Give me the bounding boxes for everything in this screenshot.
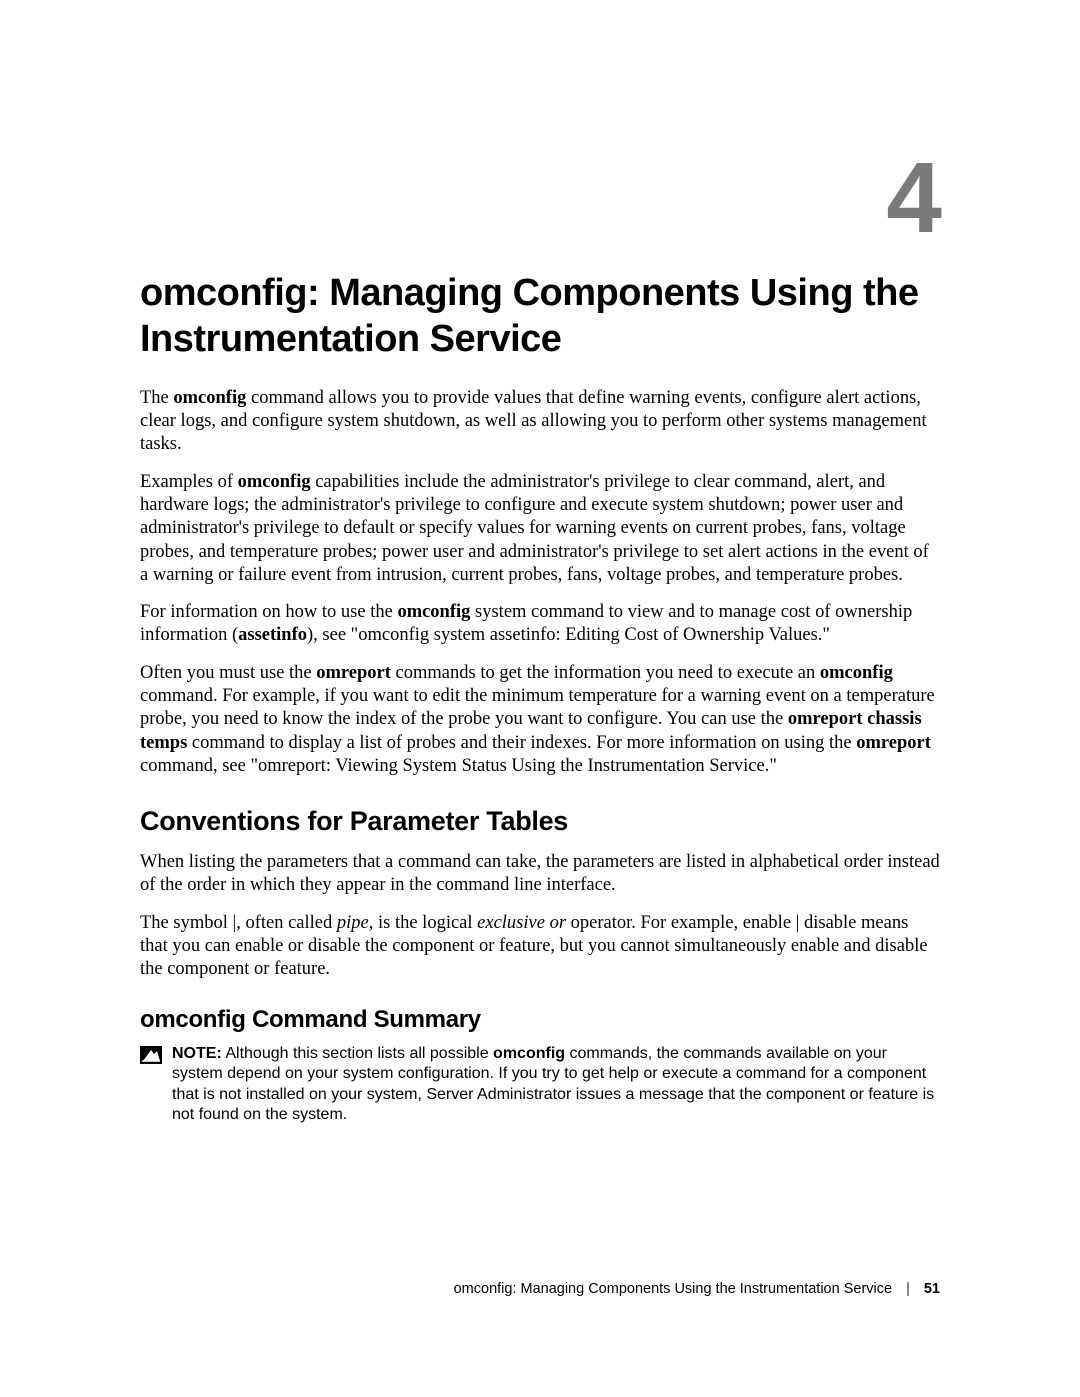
text: , is the logical	[369, 913, 477, 933]
command-name: omreport	[316, 663, 391, 683]
command-name: omreport	[856, 733, 931, 753]
intro-paragraph-1: The omconfig command allows you to provi…	[140, 387, 940, 457]
note-icon	[140, 1046, 162, 1064]
text: Examples of	[140, 472, 238, 492]
chapter-title: omconfig: Managing Components Using the …	[140, 270, 940, 363]
footer-title: omconfig: Managing Components Using the …	[454, 1281, 892, 1297]
text: The	[140, 388, 173, 408]
command-name: assetinfo	[238, 625, 307, 645]
section-heading-conventions: Conventions for Parameter Tables	[140, 806, 940, 837]
text: commands to get the information you need…	[391, 663, 820, 683]
text: Although this section lists all possible	[222, 1045, 493, 1062]
footer-separator: |	[906, 1281, 910, 1297]
intro-paragraph-3: For information on how to use the omconf…	[140, 601, 940, 648]
section-heading-summary: omconfig Command Summary	[140, 1006, 940, 1034]
note-text: NOTE: Although this section lists all po…	[172, 1044, 940, 1126]
command-name: omconfig	[493, 1045, 565, 1062]
term-exclusive-or: exclusive or	[477, 913, 566, 933]
text: ), see "omconfig system assetinfo: Editi…	[307, 625, 830, 645]
text: The symbol |, often called	[140, 913, 337, 933]
text: command allows you to provide values tha…	[140, 388, 927, 455]
note-block: NOTE: Although this section lists all po…	[140, 1044, 940, 1126]
text: For information on how to use the	[140, 602, 397, 622]
intro-paragraph-4: Often you must use the omreport commands…	[140, 662, 940, 778]
conventions-paragraph-1: When listing the parameters that a comma…	[140, 851, 940, 898]
text: command, see "omreport: Viewing System S…	[140, 756, 777, 776]
command-name: omconfig	[397, 602, 470, 622]
command-name: omconfig	[173, 388, 246, 408]
conventions-paragraph-2: The symbol |, often called pipe, is the …	[140, 912, 940, 982]
intro-paragraph-2: Examples of omconfig capabilities includ…	[140, 471, 940, 587]
term-pipe: pipe	[337, 913, 369, 933]
document-page: 4 omconfig: Managing Components Using th…	[0, 0, 1080, 1397]
command-name: omconfig	[820, 663, 893, 683]
chapter-number: 4	[886, 148, 940, 248]
page-footer: omconfig: Managing Components Using the …	[454, 1281, 940, 1297]
text: Often you must use the	[140, 663, 316, 683]
note-label: NOTE:	[172, 1045, 222, 1062]
text: command to display a list of probes and …	[187, 733, 856, 753]
footer-page-number: 51	[924, 1281, 940, 1297]
command-name: omconfig	[238, 472, 311, 492]
